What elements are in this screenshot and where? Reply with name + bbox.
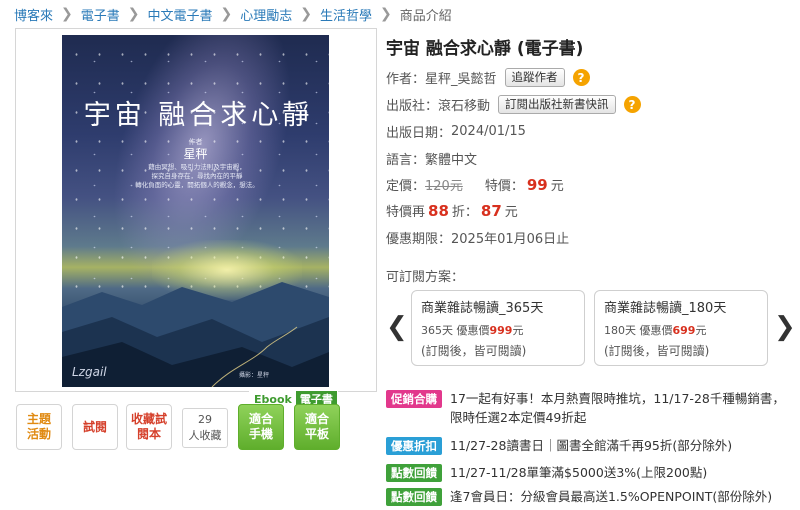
breadcrumb-separator-icon: ❯ — [300, 6, 312, 22]
collect-count-box: 29 人收藏 — [182, 408, 228, 448]
cover-tagline-line: 轉化負面的心靈，開拓個人的觀念，想法。 — [135, 181, 259, 189]
collect-count: 29 — [198, 413, 212, 426]
plan-name: 商業雜誌暢讀_180天 — [604, 301, 727, 316]
breadcrumb-current: 商品介紹 — [399, 8, 452, 24]
topic-activity-label: 主題活動 — [26, 412, 51, 441]
breadcrumb-chinese-ebook-link[interactable]: 中文電子書 — [148, 5, 213, 24]
collect-trial-label: 收藏試閱本 — [130, 412, 167, 441]
publisher-label: 出版社： — [386, 99, 439, 114]
cover-frame: 宇宙 融合求心靜 作者 星秤 藉由冥想、吸引力法則及宇宙觀， 探究自身存在，尋找… — [15, 28, 377, 409]
special-price-label: 特價： — [484, 179, 524, 194]
cover-credit: 攝影：星秤 — [238, 372, 269, 379]
discount-mid: 折： — [451, 205, 478, 220]
phone-compatible-button[interactable]: 適合手機 — [238, 404, 284, 450]
subscription-plan-365[interactable]: 商業雜誌暢讀_365天 365天 優惠價999元 (訂閱後，皆可閱讀) — [411, 290, 585, 366]
special-price-unit: 元 — [550, 179, 564, 194]
language-row: 語言： 繁體中文 — [386, 149, 477, 168]
question-mark-icon[interactable]: ? — [623, 96, 641, 113]
promotion-tag[interactable]: 點數回饋 — [386, 488, 442, 506]
date-row: 出版日期： 2024/01/15 — [386, 122, 526, 141]
collect-trial-button[interactable]: 收藏試閱本 — [126, 404, 172, 450]
cover-tagline-line: 藉由冥想、吸引力法則及宇宙觀， — [148, 163, 246, 171]
plan-price-line: 180天 優惠價699元 — [604, 322, 758, 338]
offer-period: 2025年01月06日止 — [451, 232, 570, 247]
list-price-label: 定價： — [386, 179, 426, 194]
publish-date: 2024/01/15 — [451, 124, 526, 139]
author-label: 作者： — [386, 72, 426, 87]
author-link[interactable]: 星秤_吳懿哲 — [425, 68, 497, 87]
publisher-row: 出版社： 滾石移動 訂閱出版社新書快訊 ? — [386, 95, 641, 114]
plan-price: 699 — [672, 324, 696, 337]
discount-price: 87 — [480, 201, 502, 220]
promotion-tag[interactable]: 點數回饋 — [386, 464, 442, 482]
plan-days: 180天 優惠價 — [604, 324, 673, 337]
breadcrumb-home-link[interactable]: 博客來 — [14, 5, 53, 24]
breadcrumb-separator-icon: ❯ — [127, 6, 140, 22]
discount-prefix: 特價再 — [386, 205, 426, 220]
breadcrumb-psychology-link[interactable]: 心理勵志 — [240, 5, 292, 24]
promotion-item: 點數回饋 11/27-11/28單筆滿$5000送3%(上限200點) — [386, 463, 795, 482]
tablet-compatible-label: 適合平板 — [304, 412, 329, 441]
collect-count-text: 人收藏 — [188, 429, 222, 442]
subscription-plan-180[interactable]: 商業雜誌暢讀_180天 180天 優惠價699元 (訂閱後，皆可閱讀) — [594, 290, 768, 366]
discount-rate: 88 — [428, 201, 449, 220]
breadcrumb: 博客來 ❯ 電子書 ❯ 中文電子書 ❯ 心理勵志 ❯ 生活哲學 ❯ 商品介紹 — [14, 4, 452, 24]
plan-note: (訂閱後，皆可閱讀) — [421, 344, 527, 358]
breadcrumb-life-philosophy-link[interactable]: 生活哲學 — [320, 5, 372, 24]
book-cover-image[interactable]: 宇宙 融合求心靜 作者 星秤 藉由冥想、吸引力法則及宇宙觀， 探究自身存在，尋找… — [62, 35, 329, 387]
promotion-text[interactable]: 逢7會員日：分級會員最高送1.5%OPENPOINT(部份除外) — [450, 487, 795, 506]
plan-price: 999 — [489, 324, 513, 337]
plan-name: 商業雜誌暢讀_365天 — [421, 301, 544, 316]
trial-read-label: 試閱 — [82, 419, 107, 434]
follow-author-button[interactable]: 追蹤作者 — [504, 68, 565, 87]
topic-activity-button[interactable]: 主題活動 — [16, 404, 62, 450]
question-mark-icon[interactable]: ? — [572, 69, 590, 86]
promotion-item: 優惠折扣 11/27-28讀書日｜圖書全館滿千再95折(部分除外) — [386, 436, 795, 455]
plan-price-unit: 元 — [695, 324, 707, 337]
cover-title: 宇宙 融合求心靜 — [83, 100, 314, 131]
cover-tagline-line: 探究自身存在，尋找內在的平靜 — [151, 172, 243, 180]
offer-row: 優惠期限： 2025年01月06日止 — [386, 228, 569, 247]
plan-note: (訂閱後，皆可閱讀) — [604, 344, 710, 358]
promotion-item: 促銷合購 17一起有好事！本月熱賣限時推坑，11/17-28千種暢銷書，限時任選… — [386, 389, 795, 427]
breadcrumb-ebook-link[interactable]: 電子書 — [81, 5, 120, 24]
language-label: 語言： — [386, 153, 426, 168]
language-value: 繁體中文 — [425, 153, 478, 168]
promotion-tag[interactable]: 優惠折扣 — [386, 437, 442, 455]
plan-days: 365天 優惠價 — [421, 324, 490, 337]
chevron-right-icon[interactable]: ❯ — [774, 312, 796, 342]
promotion-item: 點數回饋 逢7會員日：分級會員最高送1.5%OPENPOINT(部份除外) — [386, 487, 795, 506]
promotion-text[interactable]: 11/27-11/28單筆滿$5000送3%(上限200點) — [450, 463, 795, 482]
breadcrumb-separator-icon: ❯ — [61, 6, 73, 22]
plan-price-line: 365天 優惠價999元 — [421, 322, 575, 338]
breadcrumb-separator-icon: ❯ — [380, 6, 392, 22]
author-row: 作者： 星秤_吳懿哲 追蹤作者 ? — [386, 68, 590, 87]
promotion-tag[interactable]: 促銷合購 — [386, 390, 442, 408]
date-label: 出版日期： — [386, 126, 452, 141]
subscription-label: 可訂閱方案： — [386, 270, 465, 285]
list-price: 120元 — [425, 179, 463, 194]
product-title: 宇宙 融合求心靜 (電子書) — [386, 39, 584, 59]
special-price: 99 — [526, 175, 548, 194]
cover-author: 星秤 — [183, 147, 208, 161]
price-row: 定價： 120元 特價： 99 元 — [386, 175, 564, 195]
cover-publisher-logo: Lzgail — [72, 365, 107, 379]
trial-read-button[interactable]: 試閱 — [72, 404, 118, 450]
promotion-text[interactable]: 17一起有好事！本月熱賣限時推坑，11/17-28千種暢銷書，限時任選2本定價4… — [450, 389, 795, 427]
breadcrumb-separator-icon: ❯ — [220, 6, 233, 22]
plan-price-unit: 元 — [512, 324, 524, 337]
discount-price-unit: 元 — [504, 205, 518, 220]
subscribe-publisher-button[interactable]: 訂閱出版社新書快訊 — [498, 95, 616, 114]
publisher-link[interactable]: 滾石移動 — [438, 95, 490, 114]
chevron-left-icon[interactable]: ❮ — [386, 312, 408, 342]
promotion-text[interactable]: 11/27-28讀書日｜圖書全館滿千再95折(部分除外) — [450, 436, 795, 455]
discount-row: 特價再 88 折： 87 元 — [386, 201, 518, 221]
phone-compatible-label: 適合手機 — [248, 412, 273, 441]
tablet-compatible-button[interactable]: 適合平板 — [294, 404, 340, 450]
offer-label: 優惠期限： — [386, 232, 452, 247]
